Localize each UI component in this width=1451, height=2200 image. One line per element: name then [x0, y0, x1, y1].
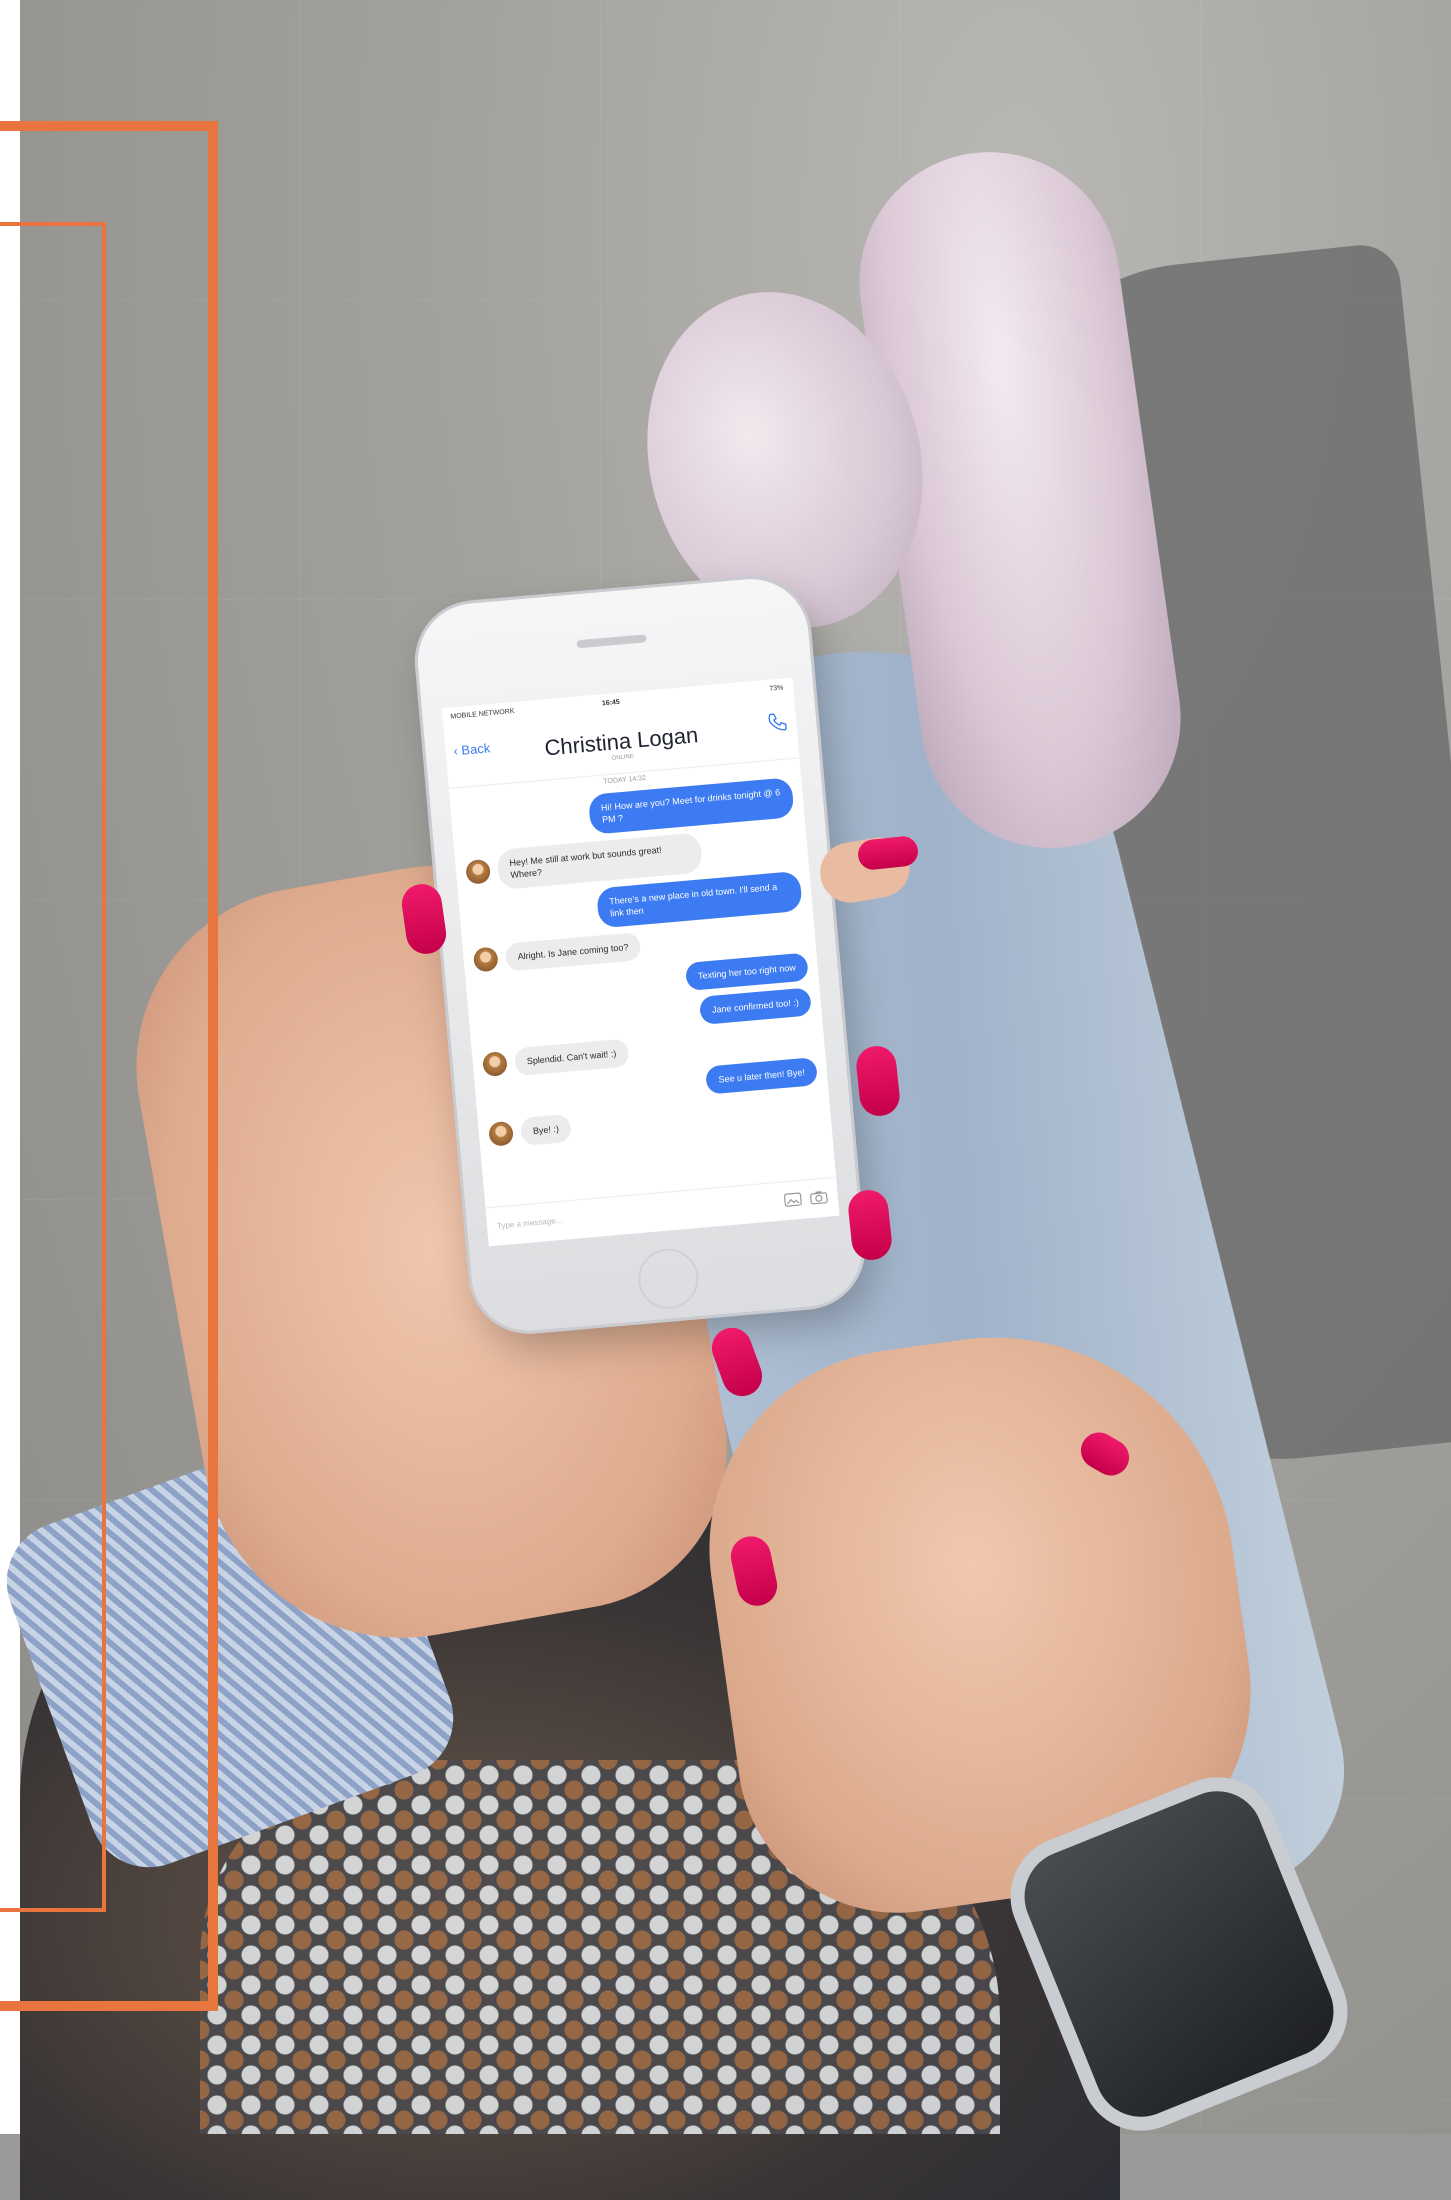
message-input-placeholder[interactable]: Type a message... [497, 1216, 563, 1231]
clock: 16:45 [601, 698, 621, 708]
battery-level: 73% [769, 684, 784, 693]
avatar[interactable] [488, 1120, 515, 1147]
camera-icon[interactable] [809, 1189, 828, 1207]
chat-screen: MOBILE NETWORK 16:45 73% ‹ Back Christin… [441, 677, 840, 1247]
image-icon[interactable] [783, 1191, 802, 1209]
avatar[interactable] [481, 1051, 508, 1078]
incoming-message-bubble[interactable]: Bye! :) [519, 1113, 573, 1146]
message-composer[interactable]: Type a message... [485, 1176, 840, 1247]
incoming-message-bubble[interactable]: Splendid. Can't wait! :) [513, 1038, 630, 1077]
outgoing-message-bubble[interactable]: Texting her too right now [684, 952, 809, 992]
phone-call-icon[interactable] [765, 710, 789, 734]
incoming-message-bubble[interactable]: Alright. Is Jane coming too? [504, 931, 642, 972]
home-button[interactable] [635, 1246, 701, 1312]
orange-frame-inner [0, 222, 106, 1912]
outgoing-message-bubble[interactable]: Jane confirmed too! :) [698, 987, 812, 1025]
smartphone: MOBILE NETWORK 16:45 73% ‹ Back Christin… [412, 574, 868, 1336]
phone-earpiece [576, 634, 647, 649]
outgoing-message-bubble[interactable]: See u later then! Bye! [705, 1057, 819, 1095]
avatar[interactable] [472, 946, 499, 973]
message-thread: TODAY 14:32 Hi! How are you? Meet for dr… [449, 761, 832, 1156]
avatar[interactable] [465, 858, 492, 885]
carrier-label: MOBILE NETWORK [450, 708, 515, 721]
